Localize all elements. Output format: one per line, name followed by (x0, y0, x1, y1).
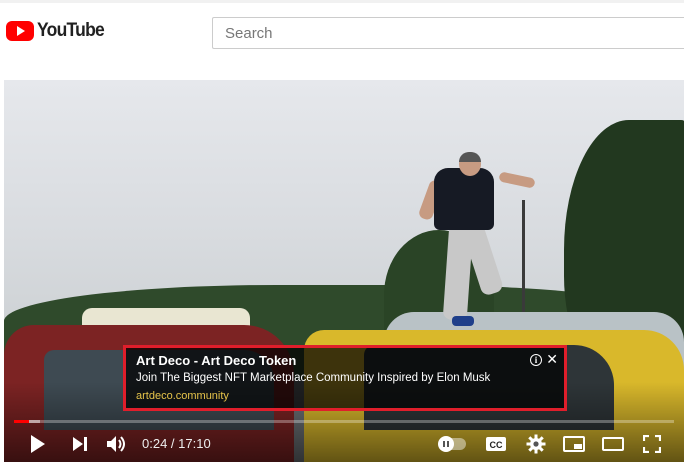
fullscreen-button[interactable] (640, 432, 664, 456)
captions-icon: CC (486, 437, 506, 451)
search-box[interactable] (212, 17, 684, 49)
play-button[interactable] (26, 432, 50, 456)
miniplayer-button[interactable] (561, 432, 587, 456)
overlay-ad[interactable]: Art Deco - Art Deco Token Join The Bigge… (123, 345, 567, 411)
volume-button[interactable] (104, 432, 130, 456)
next-button[interactable] (68, 432, 92, 456)
settings-icon (526, 434, 546, 454)
fullscreen-icon (643, 435, 661, 453)
ad-info-icon[interactable]: i (530, 354, 542, 366)
youtube-logo[interactable]: YouTube (6, 20, 110, 42)
search-input[interactable] (213, 18, 684, 48)
autoplay-toggle[interactable] (438, 436, 466, 452)
masthead: YouTube (0, 0, 684, 60)
theater-icon (602, 437, 624, 451)
play-icon (31, 435, 45, 453)
volume-icon (107, 436, 125, 452)
pause-icon (438, 436, 454, 452)
svg-text:CC: CC (490, 440, 503, 450)
youtube-page: YouTube Search Art Deco - Art Deco Token… (0, 0, 684, 462)
progress-bar[interactable] (14, 420, 674, 423)
time-display: 0:24 / 17:10 (142, 436, 211, 451)
captions-button[interactable]: CC (484, 432, 508, 456)
progress-played (14, 420, 30, 423)
ad-url[interactable]: artdeco.community (136, 388, 554, 404)
ad-close-icon[interactable]: ✕ (546, 351, 558, 367)
miniplayer-icon (563, 436, 585, 452)
next-icon (73, 437, 87, 451)
player-controls: 0:24 / 17:10 CC (4, 426, 684, 462)
logo-text: YouTube (37, 20, 105, 41)
youtube-logo-icon (6, 21, 34, 41)
settings-button[interactable] (524, 432, 548, 456)
theater-button[interactable] (600, 432, 626, 456)
ad-description[interactable]: Join The Biggest NFT Marketplace Communi… (136, 370, 554, 386)
video-player[interactable]: Art Deco - Art Deco Token Join The Bigge… (4, 80, 684, 462)
ad-title[interactable]: Art Deco - Art Deco Token (136, 353, 554, 369)
